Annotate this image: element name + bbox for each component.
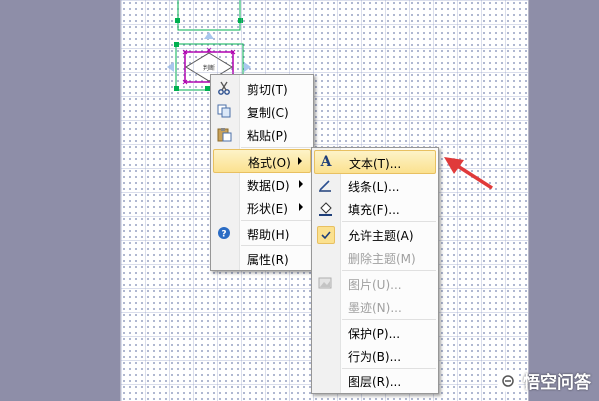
submenu-item-allow-theme[interactable]: 允许主题(A) [314, 223, 436, 245]
submenu-item-label: 允许主题(A) [348, 229, 414, 243]
submenu-item-behavior[interactable]: 行为(B)... [314, 344, 436, 366]
menu-item-label: 格式(O) [248, 156, 291, 170]
menu-separator [241, 220, 311, 221]
menu-item-label: 剪切(T) [247, 83, 288, 97]
help-icon: ? [216, 225, 232, 241]
scissors-icon [216, 80, 232, 96]
menu-item-format[interactable]: 格式(O) [213, 149, 311, 173]
menu-item-label: 数据(D) [247, 179, 290, 193]
menu-item-label: 复制(C) [247, 106, 289, 120]
submenu-item-label: 填充(F)... [348, 203, 400, 217]
copy-icon [216, 103, 232, 119]
menu-item-label: 形状(E) [247, 202, 288, 216]
picture-icon [317, 275, 333, 291]
context-menu: 剪切(T) 复制(C) 粘贴(P) 格式(O) 数据(D) 形状(E) ? 帮助… [210, 74, 314, 271]
submenu-arrow-icon [298, 157, 302, 165]
submenu-item-label: 图层(R)... [348, 375, 402, 389]
menu-item-data[interactable]: 数据(D) [213, 173, 311, 195]
submenu-item-picture[interactable]: 图片(U)... [314, 272, 436, 294]
menu-item-label: 帮助(H) [247, 228, 290, 242]
submenu-arrow-icon [299, 180, 303, 188]
submenu-item-remove-theme[interactable]: 删除主题(M) [314, 246, 436, 268]
submenu-item-fill[interactable]: 填充(F)... [314, 197, 436, 219]
submenu-item-label: 线条(L)... [348, 180, 400, 194]
menu-separator [342, 270, 436, 271]
menu-item-shape[interactable]: 形状(E) [213, 196, 311, 218]
menu-item-label: 粘贴(P) [247, 129, 288, 143]
submenu-item-text[interactable]: A 文本(T)... [314, 150, 436, 174]
submenu-item-label: 墨迹(N)... [348, 301, 402, 315]
selection-handle [174, 86, 179, 91]
text-a-icon: A [320, 154, 332, 170]
menu-item-help[interactable]: ? 帮助(H) [213, 222, 311, 244]
selection-handle [174, 42, 179, 47]
submenu-item-label: 图片(U)... [348, 278, 402, 292]
menu-separator [342, 319, 436, 320]
annotation-arrow-icon [444, 157, 493, 190]
menu-item-paste[interactable]: 粘贴(P) [213, 123, 311, 145]
submenu-item-layer[interactable]: 图层(R)... [314, 369, 436, 391]
submenu-item-label: 行为(B)... [348, 350, 402, 364]
submenu-item-line[interactable]: 线条(L)... [314, 174, 436, 196]
diamond-text: 判断 [203, 64, 215, 72]
selection-handle [175, 18, 180, 23]
submenu-item-ink[interactable]: 墨迹(N)... [314, 295, 436, 317]
watermark: 悟空问答 [497, 368, 591, 393]
format-submenu: A 文本(T)... 线条(L)... 填充(F)... 允许主题(A) 删除主… [311, 147, 439, 394]
checkmark-icon [317, 226, 335, 244]
connect-arrow-right-icon [244, 62, 251, 72]
selection-handle [238, 18, 243, 23]
watermark-logo-icon [497, 369, 519, 392]
svg-text:?: ? [221, 230, 226, 240]
upper-selection-frame [177, 0, 241, 31]
connect-arrow-up-icon [204, 32, 214, 39]
menu-item-copy[interactable]: 复制(C) [213, 100, 311, 122]
menu-separator [342, 221, 436, 222]
menu-item-label: 属性(R) [247, 253, 289, 267]
submenu-item-label: 删除主题(M) [348, 252, 416, 266]
menu-separator [241, 245, 311, 246]
submenu-item-label: 保护(P)... [348, 327, 401, 341]
menu-item-properties[interactable]: 属性(R) [213, 247, 311, 269]
connect-arrow-left-icon [167, 62, 174, 72]
watermark-text: 悟空问答 [523, 373, 591, 393]
line-icon [317, 177, 333, 193]
paste-icon [216, 126, 232, 142]
menu-separator [241, 147, 311, 148]
submenu-item-label: 文本(T)... [349, 157, 402, 171]
menu-item-cut[interactable]: 剪切(T) [213, 77, 311, 99]
submenu-arrow-icon [299, 203, 303, 211]
fill-icon [317, 200, 333, 216]
submenu-item-protection[interactable]: 保护(P)... [314, 321, 436, 343]
